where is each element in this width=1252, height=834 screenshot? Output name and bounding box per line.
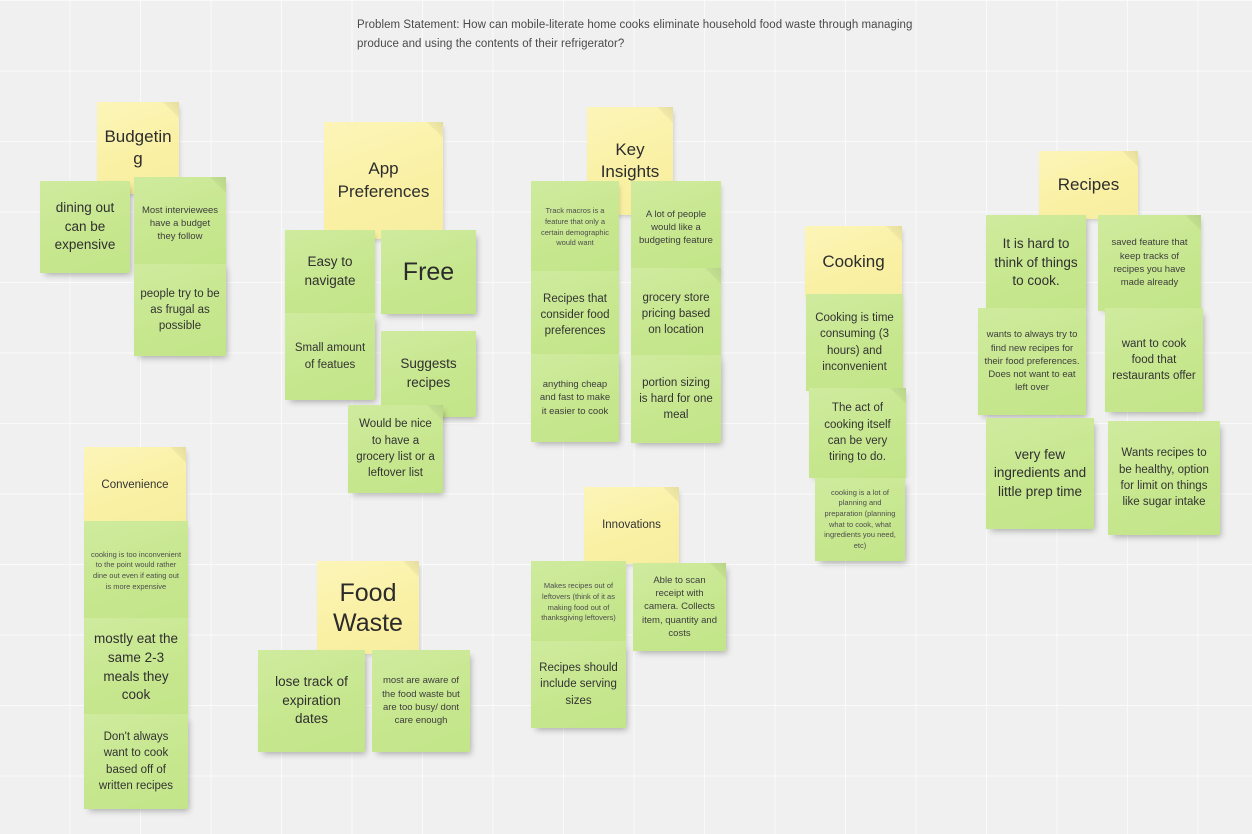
sticky-note[interactable]: Recipes should include serving sizes	[531, 641, 626, 728]
sticky-note[interactable]: anything cheap and fast to make it easie…	[531, 354, 619, 442]
sticky-note[interactable]: cooking is a lot of planning and prepara…	[815, 478, 905, 561]
sticky-note[interactable]: Free	[381, 230, 476, 314]
cluster-header-convenience[interactable]: Convenience	[84, 447, 186, 523]
cluster-header-app-preferences-label: App Preferences	[337, 159, 430, 201]
sticky-note[interactable]: The act of cooking itself can be very ti…	[809, 388, 906, 478]
sticky-note[interactable]: people try to be as frugal as possible	[134, 264, 226, 356]
sticky-note[interactable]: Recipes that consider food preferences	[531, 271, 619, 359]
cluster-header-key-insights-label: Key Insights	[600, 139, 660, 181]
sticky-note[interactable]: dining out can be expensive	[40, 181, 130, 273]
sticky-note[interactable]: Wants recipes to be healthy, option for …	[1108, 421, 1220, 535]
sticky-note[interactable]: mostly eat the same 2-3 meals they cook	[84, 618, 188, 717]
sticky-note[interactable]: want to cook food that restaurants offer	[1105, 308, 1203, 412]
cluster-header-innovations-label: Innovations	[602, 519, 661, 532]
cluster-header-convenience-label: Convenience	[101, 478, 169, 491]
sticky-note[interactable]: A lot of people would like a budgeting f…	[631, 181, 721, 274]
sticky-note[interactable]: Most interviewees have a budget they fol…	[134, 177, 226, 270]
sticky-note[interactable]: Small amount of featues	[285, 313, 375, 400]
cluster-header-budgeting-label: Budgeting	[104, 126, 172, 168]
cluster-header-food-waste-label: Food Waste	[333, 578, 403, 637]
sticky-note[interactable]: saved feature that keep tracks of recipe…	[1098, 215, 1201, 311]
sticky-note[interactable]: It is hard to think of things to cook.	[986, 215, 1086, 311]
sticky-note[interactable]: Able to scan receipt with camera. Collec…	[633, 563, 726, 651]
cluster-header-cooking[interactable]: Cooking	[805, 226, 902, 298]
sticky-note[interactable]: very few ingredients and little prep tim…	[986, 418, 1094, 529]
sticky-note[interactable]: Easy to navigate	[285, 230, 375, 314]
sticky-note[interactable]: grocery store pricing based on location	[631, 268, 721, 360]
sticky-note[interactable]: lose track of expiration dates	[258, 650, 365, 752]
sticky-note[interactable]: portion sizing is hard for one meal	[631, 355, 721, 443]
sticky-note[interactable]: Cooking is time consuming (3 hours) and …	[806, 294, 903, 391]
problem-statement: Problem Statement: How can mobile-litera…	[357, 19, 913, 50]
sticky-note[interactable]: wants to always try to find new recipes …	[978, 308, 1086, 415]
sticky-note[interactable]: most are aware of the food waste but are…	[372, 650, 470, 752]
affinity-diagram-board[interactable]: Problem Statement: How can mobile-litera…	[0, 0, 1252, 834]
sticky-note[interactable]: Don't always want to cook based off of w…	[84, 714, 188, 809]
cluster-header-innovations[interactable]: Innovations	[584, 487, 679, 564]
sticky-note[interactable]: Would be nice to have a grocery list or …	[348, 405, 443, 493]
cluster-header-recipes-label: Recipes	[1057, 174, 1120, 194]
sticky-note[interactable]: Track macros is a feature that only a ce…	[531, 181, 619, 274]
cluster-header-cooking-label: Cooking	[822, 251, 885, 271]
cluster-header-food-waste[interactable]: Food Waste	[317, 561, 419, 654]
sticky-note[interactable]: Makes recipes out of leftovers (think of…	[531, 561, 626, 644]
cluster-header-recipes[interactable]: Recipes	[1039, 151, 1138, 219]
sticky-note[interactable]: cooking is too inconvenient to the point…	[84, 521, 188, 621]
cluster-header-app-preferences[interactable]: App Preferences	[324, 122, 443, 239]
